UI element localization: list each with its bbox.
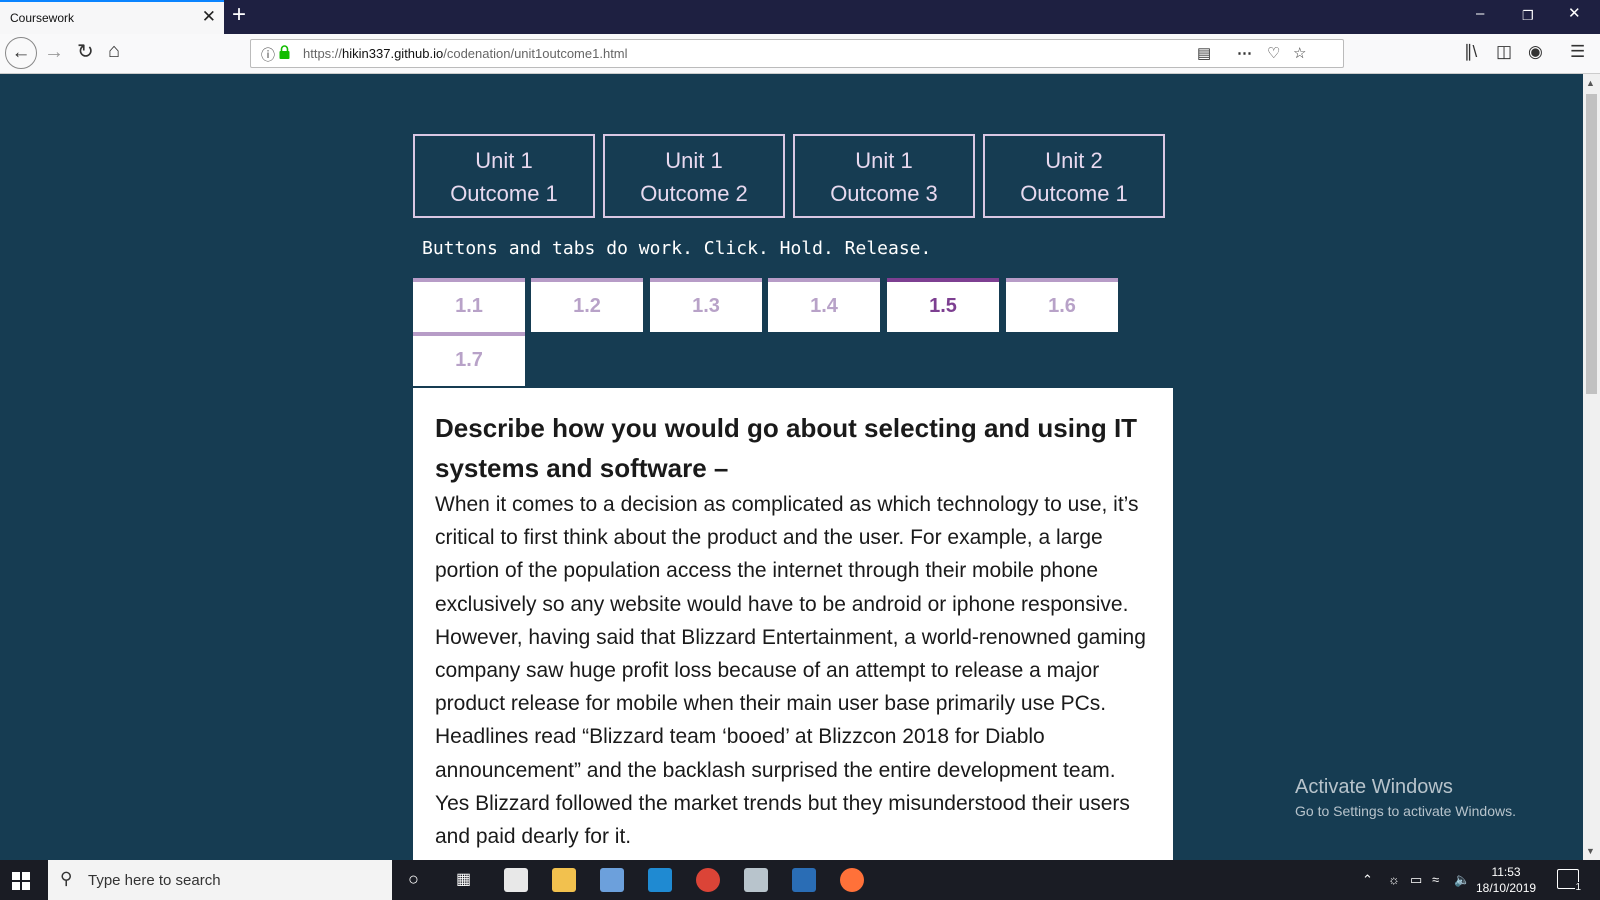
outcome-label: Outcome 2 bbox=[640, 181, 748, 206]
navigation-toolbar: ← → ↻ ⌂ ⓘ https://hikin337.github.io/cod… bbox=[0, 34, 1600, 74]
show-hidden-icons-icon[interactable]: ⌃ bbox=[1362, 872, 1373, 888]
scroll-thumb[interactable] bbox=[1586, 94, 1597, 394]
subtab-1-2[interactable]: 1.2 bbox=[531, 278, 643, 332]
reload-icon[interactable]: ↻ bbox=[77, 42, 94, 62]
taskbar-clock[interactable]: 11:53 18/10/2019 bbox=[1476, 864, 1536, 896]
url-domain: hikin337.github.io bbox=[342, 46, 444, 61]
site-info-icon[interactable]: ⓘ bbox=[261, 45, 275, 65]
url-path: /codenation/unit1outcome1.html bbox=[443, 46, 628, 61]
clock-date: 18/10/2019 bbox=[1476, 881, 1537, 895]
firefox-icon[interactable] bbox=[840, 868, 864, 892]
subtab-1-4[interactable]: 1.4 bbox=[768, 278, 880, 332]
scroll-down-icon[interactable]: ▼ bbox=[1586, 846, 1595, 856]
chrome-icon[interactable] bbox=[696, 868, 720, 892]
scroll-up-icon[interactable]: ▲ bbox=[1586, 78, 1595, 88]
windows-start-icon[interactable] bbox=[12, 872, 30, 890]
python-app-icon[interactable] bbox=[600, 868, 624, 892]
account-icon[interactable]: ◉ bbox=[1528, 43, 1543, 60]
browser-tab[interactable]: Coursework ✕ bbox=[0, 0, 224, 34]
cortana-icon[interactable]: ○ bbox=[408, 869, 419, 890]
subtab-1-3[interactable]: 1.3 bbox=[650, 278, 762, 332]
new-tab-icon[interactable]: + bbox=[232, 3, 246, 27]
sidebar-icon[interactable]: ◫ bbox=[1496, 43, 1512, 60]
library-icon[interactable]: ∥\ bbox=[1464, 43, 1477, 60]
powershell-icon[interactable] bbox=[792, 868, 816, 892]
mail-app-icon[interactable] bbox=[504, 868, 528, 892]
windows-taskbar: ⚲ Type here to search ○ ▦ ⌃ ☼ ▭ ≈ 🔈 11:5… bbox=[0, 860, 1600, 900]
battery-icon[interactable]: ▭ bbox=[1410, 872, 1422, 888]
forward-icon[interactable]: → bbox=[44, 42, 64, 62]
vertical-scrollbar[interactable]: ▲ ▼ bbox=[1583, 74, 1600, 860]
unit-label: Unit 1 bbox=[665, 148, 723, 173]
notification-count: 1 bbox=[1575, 882, 1581, 893]
volume-icon[interactable]: 🔈 bbox=[1454, 872, 1470, 888]
file-explorer-icon[interactable] bbox=[552, 868, 576, 892]
home-icon[interactable]: ⌂ bbox=[108, 41, 120, 61]
url-bar[interactable]: ⓘ https://hikin337.github.io/codenation/… bbox=[250, 39, 1344, 68]
task-view-icon[interactable]: ▦ bbox=[456, 869, 471, 889]
subtab-1-7[interactable]: 1.7 bbox=[413, 332, 525, 386]
action-center-icon[interactable]: 1 bbox=[1557, 869, 1581, 893]
taskbar-search[interactable]: ⚲ Type here to search bbox=[48, 860, 392, 900]
watermark-subtitle: Go to Settings to activate Windows. bbox=[1295, 803, 1516, 819]
network-icon[interactable]: ☼ bbox=[1388, 872, 1400, 887]
browser-tab-strip: Coursework ✕ + – ❐ ✕ bbox=[0, 0, 1600, 34]
unit-label: Unit 1 bbox=[855, 148, 913, 173]
page-viewport: Unit 1 Outcome 1 Unit 1 Outcome 2 Unit 1… bbox=[0, 74, 1583, 860]
content-panel: Describe how you would go about selectin… bbox=[413, 388, 1173, 860]
reader-view-icon[interactable]: ▤ bbox=[1197, 44, 1211, 62]
lock-icon bbox=[279, 45, 290, 59]
minimize-icon[interactable]: – bbox=[1476, 6, 1484, 21]
content-heading: Describe how you would go about selectin… bbox=[435, 413, 1138, 483]
vscode-icon[interactable] bbox=[648, 868, 672, 892]
search-placeholder: Type here to search bbox=[88, 872, 221, 889]
outcome-label: Outcome 1 bbox=[450, 181, 558, 206]
unit1-outcome3-button[interactable]: Unit 1 Outcome 3 bbox=[793, 134, 975, 218]
outcome-label: Outcome 1 bbox=[1020, 181, 1128, 206]
search-icon: ⚲ bbox=[60, 869, 73, 888]
outcome-label: Outcome 3 bbox=[830, 181, 938, 206]
watermark-title: Activate Windows bbox=[1295, 776, 1453, 798]
clock-time: 11:53 bbox=[1491, 865, 1521, 879]
pocket-icon[interactable]: ♡ bbox=[1267, 44, 1280, 62]
tab-title: Coursework bbox=[10, 11, 75, 25]
bookmark-star-icon[interactable]: ☆ bbox=[1293, 44, 1306, 62]
activate-windows-watermark: Activate Windows Go to Settings to activ… bbox=[1295, 776, 1516, 819]
unit2-outcome1-button[interactable]: Unit 2 Outcome 1 bbox=[983, 134, 1165, 218]
restore-icon[interactable]: ❐ bbox=[1522, 9, 1534, 22]
subtab-1-1[interactable]: 1.1 bbox=[413, 278, 525, 332]
close-window-icon[interactable]: ✕ bbox=[1568, 6, 1581, 21]
menu-icon[interactable]: ☰ bbox=[1570, 43, 1585, 60]
unit-label: Unit 1 bbox=[475, 148, 533, 173]
subtab-1-5[interactable]: 1.5 bbox=[887, 278, 999, 332]
unit1-outcome1-button[interactable]: Unit 1 Outcome 1 bbox=[413, 134, 595, 218]
close-tab-icon[interactable]: ✕ bbox=[202, 8, 216, 25]
unit-label: Unit 2 bbox=[1045, 148, 1103, 173]
back-icon[interactable]: ← bbox=[5, 37, 37, 69]
page-actions-icon[interactable]: ⋯ bbox=[1237, 44, 1252, 62]
wifi-icon[interactable]: ≈ bbox=[1432, 872, 1439, 887]
unit1-outcome2-button[interactable]: Unit 1 Outcome 2 bbox=[603, 134, 785, 218]
remote-desktop-icon[interactable] bbox=[744, 868, 768, 892]
subtab-1-6[interactable]: 1.6 bbox=[1006, 278, 1118, 332]
url-text[interactable]: https://hikin337.github.io/codenation/un… bbox=[303, 46, 628, 61]
instruction-text: Buttons and tabs do work. Click. Hold. R… bbox=[422, 238, 932, 259]
content-body: When it comes to a decision as complicat… bbox=[435, 493, 1146, 849]
url-prefix: https:// bbox=[303, 46, 343, 61]
